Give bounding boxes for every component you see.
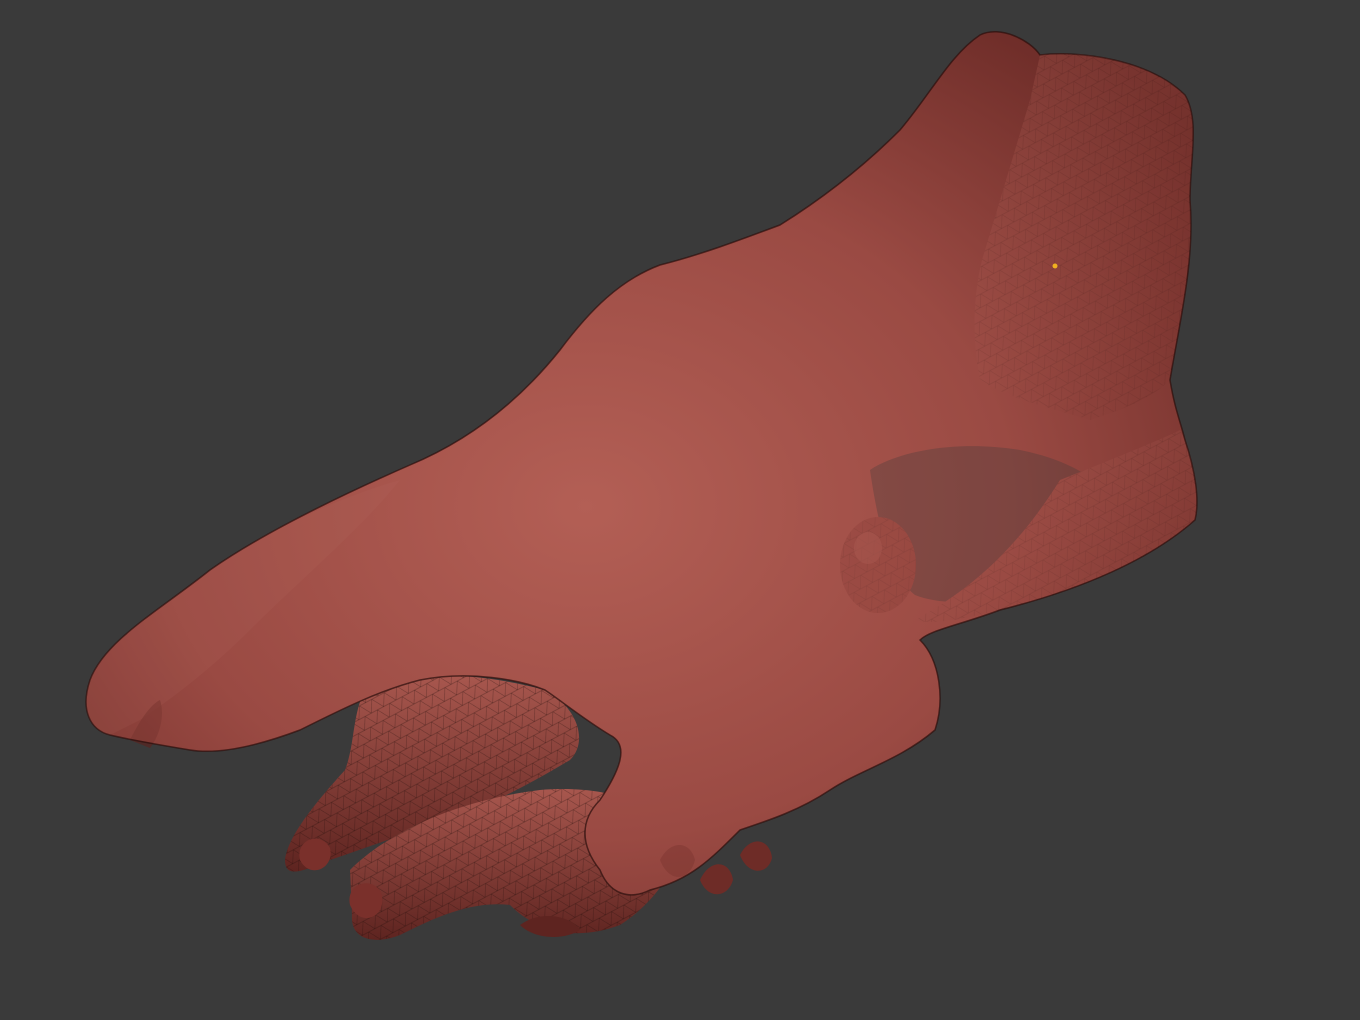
skull-outline — [85, 31, 1198, 896]
viewport-canvas[interactable] — [0, 0, 1360, 1020]
vertex-dot-icon[interactable] — [1052, 263, 1058, 269]
3d-viewport[interactable] — [0, 0, 1360, 1020]
